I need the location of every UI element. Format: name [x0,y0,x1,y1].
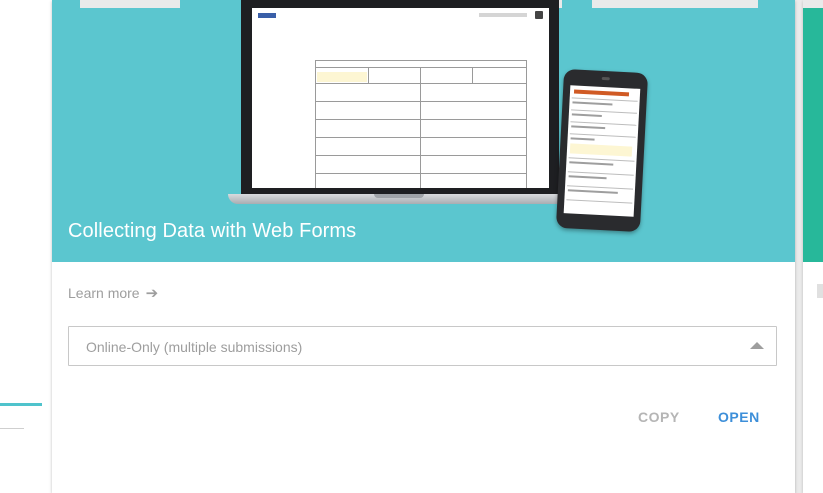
caret-up-icon [750,342,764,349]
laptop-notch [374,194,424,198]
laptop-web-form-preview [252,8,549,188]
card-header-illustration: Collecting Data with Web Forms [52,0,795,262]
copy-button[interactable]: COPY [638,409,680,425]
phone-illustration [555,68,649,233]
previous-card-divider [0,428,24,429]
phone-web-form-preview [563,85,641,217]
next-card-header [803,0,823,262]
next-card-top-band [803,0,823,8]
open-button[interactable]: OPEN [718,409,760,425]
band-segment [52,0,80,8]
arrow-right-icon: ➔ [145,285,159,302]
form-logo [258,13,276,18]
submission-mode-value: Online-Only (multiple submissions) [86,339,303,355]
card-title: Collecting Data with Web Forms [68,220,357,242]
next-card-text-fragment [817,284,823,298]
form-language-bar [479,13,527,17]
learn-more-label: Learn more [68,285,140,301]
band-segment [180,0,250,8]
app-stage: Collecting Data with Web Forms Learn mor… [0,0,823,493]
previous-card-edge [0,0,52,493]
form-field-grid [315,60,527,188]
band-segment [562,0,592,8]
print-icon [535,11,543,19]
band-segment [758,0,795,8]
form-card: Collecting Data with Web Forms Learn mor… [52,0,795,493]
learn-more-link[interactable]: Learn more ➔ [68,284,158,302]
phone-camera [601,76,610,81]
previous-card-accent [0,403,42,406]
submission-mode-select[interactable]: Online-Only (multiple submissions) [68,326,777,366]
